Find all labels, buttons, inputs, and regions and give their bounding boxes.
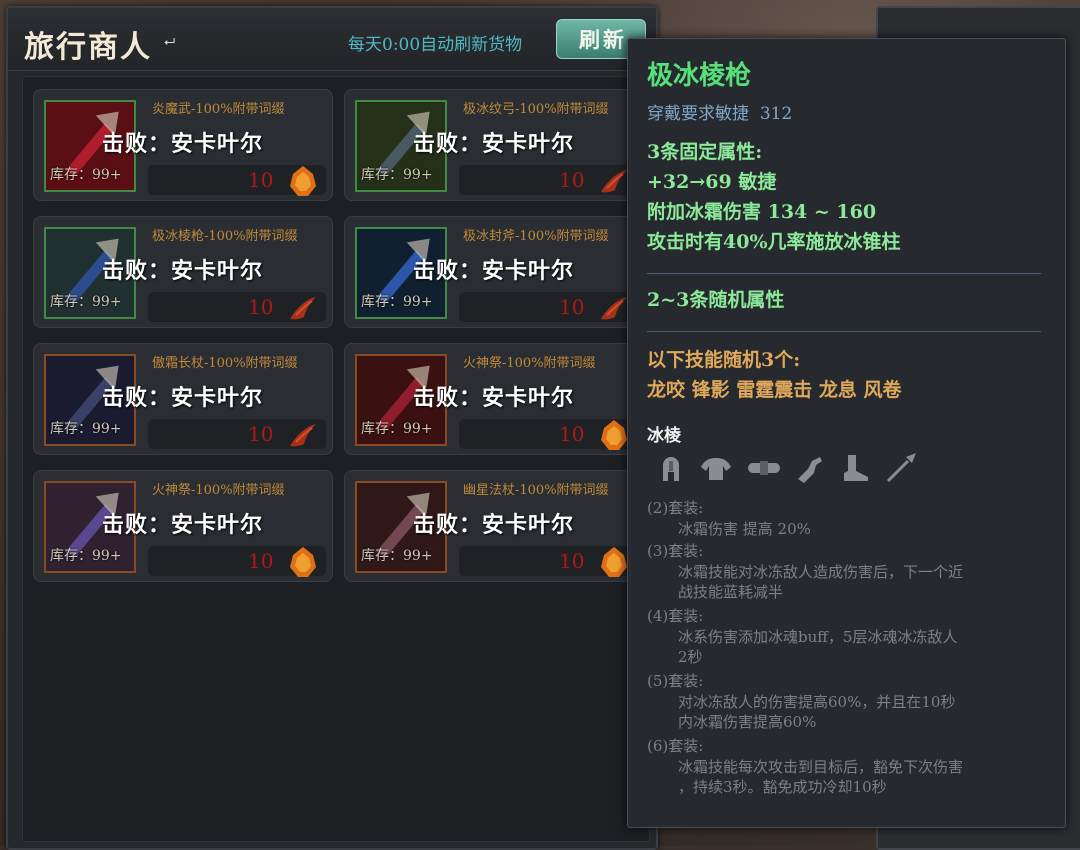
fire-ore-icon xyxy=(290,166,316,196)
stock-label: 库存：99+ xyxy=(361,167,433,183)
fixed-attr-header: 3条固定属性: xyxy=(647,141,763,163)
set-piece-icons xyxy=(654,451,954,487)
stock-label: 库存：99+ xyxy=(50,294,122,310)
set-bonus-line: 2秒 xyxy=(678,648,703,666)
fire-ore-icon xyxy=(290,547,316,577)
price-value: 10 xyxy=(559,549,585,573)
boots-icon xyxy=(844,455,868,481)
traveling-merchant-window: 旅行商人 ⮠ 每天0:00自动刷新货物 刷新 库存：99+ 炎魔武-100%附带… xyxy=(6,6,658,850)
random-attr-header: 2~3条随机属性 xyxy=(647,289,785,311)
shop-header: 旅行商人 ⮠ 每天0:00自动刷新货物 刷新 xyxy=(8,8,656,71)
item-card[interactable]: 库存：99+ 极冰封斧-100%附带词缀 击败：安卡叶尔 10 xyxy=(344,216,644,328)
divider xyxy=(647,331,1041,332)
item-name: 极冰纹弓-100%附带词缀 xyxy=(463,102,609,117)
shoulder-armor-icon xyxy=(701,458,731,480)
tooltip-requirement: 穿戴要求敏捷 312 xyxy=(647,99,792,124)
skill-list: 龙咬 锋影 雷霆震击 龙息 风卷 xyxy=(647,379,902,401)
set-bonus-line: ，持续3秒。豁免成功冷却10秒 xyxy=(678,778,887,796)
price-value: 10 xyxy=(559,168,585,192)
item-card[interactable]: 库存：99+ 火神祭-100%附带词缀 击败：安卡叶尔 10 xyxy=(344,343,644,455)
set-bonus-header: (6)套装: xyxy=(647,737,704,755)
fire-ore-icon xyxy=(601,547,627,577)
spear-icon xyxy=(886,453,916,483)
shop-title: 旅行商人 xyxy=(24,30,152,65)
set-bonus-line: 冰霜技能每次攻击到目标后，豁免下次伤害 xyxy=(678,758,964,776)
set-bonus-header: (5)套装: xyxy=(647,672,704,690)
set-bonus-line: 内冰霜伤害提高60% xyxy=(678,713,817,731)
fire-ore-icon xyxy=(601,420,627,450)
item-name: 火神祭-100%附带词缀 xyxy=(463,356,596,371)
price-value: 10 xyxy=(559,422,585,446)
gauntlet-icon xyxy=(798,457,822,483)
fixed-attr-1: +32→69 敏捷 xyxy=(647,171,777,193)
item-card[interactable]: 库存：99+ 极冰棱枪-100%附带词缀 击败：安卡叶尔 10 xyxy=(33,216,333,328)
item-tooltip: 极冰棱枪 穿戴要求敏捷 312 3条固定属性: +32→69 敏捷 附加冰霜伤害… xyxy=(627,38,1066,828)
price-value: 10 xyxy=(559,295,585,319)
item-name: 炎魔武-100%附带词缀 xyxy=(152,102,285,117)
item-name: 极冰封斧-100%附带词缀 xyxy=(463,229,609,244)
divider xyxy=(647,273,1041,274)
set-bonus-header: (4)套装: xyxy=(647,607,704,625)
defeat-requirement: 击败：安卡叶尔 xyxy=(413,131,575,157)
stock-label: 库存：99+ xyxy=(50,548,122,564)
set-bonus-line: 战技能蓝耗减半 xyxy=(678,583,784,601)
beast-claw-icon xyxy=(290,424,316,447)
set-bonus-line: 冰系伤害添加冰魂buff，5层冰魂冰冻敌人 xyxy=(678,628,958,646)
defeat-requirement: 击败：安卡叶尔 xyxy=(102,258,264,284)
tooltip-item-name: 极冰棱枪 xyxy=(647,61,752,91)
beast-claw-icon xyxy=(601,170,627,193)
stock-label: 库存：99+ xyxy=(361,294,433,310)
requirement-value: 312 xyxy=(759,104,793,124)
defeat-requirement: 击败：安卡叶尔 xyxy=(413,512,575,538)
set-bonus-line: 冰霜技能对冰冻敌人造成伤害后，下一个近 xyxy=(678,563,964,581)
item-card[interactable]: 库存：99+ 炎魔武-100%附带词缀 击败：安卡叶尔 10 xyxy=(33,89,333,201)
item-name: 火神祭-100%附带词缀 xyxy=(152,483,285,498)
refresh-note: 每天0:00自动刷新货物 xyxy=(348,35,523,55)
stock-label: 库存：99+ xyxy=(50,421,122,437)
stock-label: 库存：99+ xyxy=(361,548,433,564)
item-card[interactable]: 库存：99+ 幽星法杖-100%附带词缀 击败：安卡叶尔 10 xyxy=(344,470,644,582)
beast-claw-icon xyxy=(601,297,627,320)
defeat-requirement: 击败：安卡叶尔 xyxy=(413,385,575,411)
requirement-label: 穿戴要求敏捷 xyxy=(647,104,749,124)
item-card[interactable]: 库存：99+ 极冰纹弓-100%附带词缀 击败：安卡叶尔 10 xyxy=(344,89,644,201)
price-value: 10 xyxy=(248,549,274,573)
defeat-requirement: 击败：安卡叶尔 xyxy=(102,131,264,157)
set-bonus-line: 冰霜伤害 提高 20% xyxy=(678,520,811,538)
set-name: 冰棱 xyxy=(647,426,681,446)
set-bonus-header: (2)套装: xyxy=(647,499,704,517)
cursor-arrow-icon: ⮠ xyxy=(164,34,176,50)
defeat-requirement: 击败：安卡叶尔 xyxy=(102,385,264,411)
item-name: 幽星法杖-100%附带词缀 xyxy=(463,483,609,498)
beast-claw-icon xyxy=(290,297,316,320)
set-bonus-header: (3)套装: xyxy=(647,542,704,560)
item-name: 极冰棱枪-100%附带词缀 xyxy=(152,229,298,244)
defeat-requirement: 击败：安卡叶尔 xyxy=(413,258,575,284)
item-card[interactable]: 库存：99+ 火神祭-100%附带词缀 击败：安卡叶尔 10 xyxy=(33,470,333,582)
stock-label: 库存：99+ xyxy=(50,167,122,183)
price-value: 10 xyxy=(248,422,274,446)
item-name: 傲霜长杖-100%附带词缀 xyxy=(152,356,298,371)
fixed-attr-3: 攻击时有40%几率施放冰锥柱 xyxy=(647,231,901,253)
skill-header: 以下技能随机3个: xyxy=(647,349,801,371)
belt-icon xyxy=(748,461,780,475)
item-list: 库存：99+ 炎魔武-100%附带词缀 击败：安卡叶尔 10 库存：99+ 极冰… xyxy=(22,76,650,842)
price-value: 10 xyxy=(248,295,274,319)
set-bonus-line: 对冰冻敌人的伤害提高60%，并且在10秒 xyxy=(678,693,956,711)
stock-label: 库存：99+ xyxy=(361,421,433,437)
price-value: 10 xyxy=(248,168,274,192)
helmet-icon xyxy=(663,457,679,481)
item-card[interactable]: 库存：99+ 傲霜长杖-100%附带词缀 击败：安卡叶尔 10 xyxy=(33,343,333,455)
defeat-requirement: 击败：安卡叶尔 xyxy=(102,512,264,538)
fixed-attr-2: 附加冰霜伤害 134 ~ 160 xyxy=(647,201,877,223)
